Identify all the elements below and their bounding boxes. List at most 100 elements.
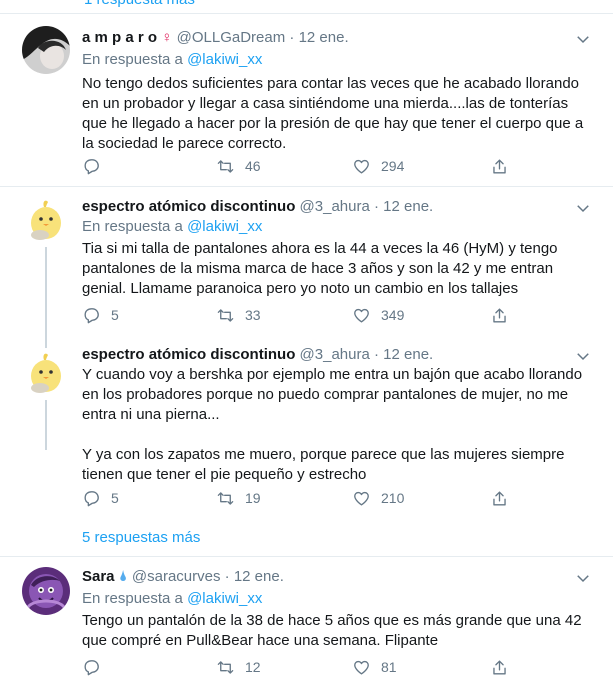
tweet-text: Y cuando voy a bershka por ejemplo me en…: [82, 365, 587, 485]
tweet-date[interactable]: 12 ene.: [383, 198, 433, 215]
separator-dot: ·: [374, 198, 379, 215]
like-count: 210: [381, 490, 405, 506]
like-button[interactable]: 349: [352, 305, 404, 325]
reply-icon: [84, 490, 99, 506]
retweet-button[interactable]: 33: [216, 305, 261, 325]
retweet-button[interactable]: 19: [216, 488, 261, 508]
heart-icon: [354, 308, 369, 323]
display-name[interactable]: espectro atómico discontinuo: [82, 198, 295, 215]
heart-icon: [354, 491, 369, 506]
display-name[interactable]: espectro atómico discontinuo: [82, 346, 295, 363]
tweet-actions: 12 81: [82, 657, 522, 677]
retweet-icon: [217, 159, 234, 173]
avatar[interactable]: [22, 567, 70, 615]
show-more-replies-link[interactable]: 5 respuestas más: [82, 528, 200, 548]
like-count: 294: [381, 158, 405, 174]
tweet-paragraph: Y cuando voy a bershka por ejemplo me en…: [82, 366, 583, 423]
user-handle[interactable]: @3_ahura: [300, 346, 370, 363]
reply-count: 5: [111, 490, 119, 506]
user-handle[interactable]: @saracurves: [132, 568, 221, 585]
separator-dot: ·: [289, 29, 295, 46]
tweet-date[interactable]: 12 ene.: [299, 29, 349, 46]
heart-icon: [354, 159, 369, 174]
like-button[interactable]: 81: [352, 657, 397, 677]
chevron-down-icon[interactable]: [574, 569, 592, 587]
reply-count: 5: [111, 307, 119, 323]
retweet-button[interactable]: 46: [216, 156, 261, 176]
share-button[interactable]: [490, 488, 509, 508]
tweet-paragraph: Tengo un pantalón de la 38 de hace 5 año…: [82, 612, 582, 649]
tweet-text: Tengo un pantalón de la 38 de hace 5 año…: [82, 611, 587, 651]
display-name[interactable]: a m p a r o: [82, 29, 157, 46]
share-button[interactable]: [490, 657, 509, 677]
share-icon: [493, 307, 506, 323]
like-button[interactable]: 294: [352, 156, 404, 176]
reply-button[interactable]: [82, 156, 111, 176]
tweet-header: a m p a r o ♀ @OLLGaDream · 12 ene.: [82, 28, 349, 48]
avatar[interactable]: [22, 195, 70, 243]
reply-prefix: En respuesta a: [82, 51, 183, 68]
tweet-actions: 5 33 349: [82, 305, 522, 325]
tweet-date[interactable]: 12 ene.: [383, 346, 433, 363]
reply-mention[interactable]: @lakiwi_xx: [187, 51, 262, 68]
reply-button[interactable]: 5: [82, 305, 119, 325]
tweet-text: No tengo dedos suficientes para contar l…: [82, 74, 587, 154]
reply-mention[interactable]: @lakiwi_xx: [187, 218, 262, 235]
like-count: 81: [381, 659, 397, 675]
tweet-header: Sara 🌢 @saracurves · 12 ene.: [82, 567, 284, 587]
separator-dot: ·: [374, 346, 379, 363]
reply-context: En respuesta a @lakiwi_xx: [82, 50, 262, 70]
tweet-paragraph: Y ya con los zapatos me muero, porque pa…: [82, 446, 565, 483]
divider: [0, 186, 613, 187]
divider: [0, 13, 613, 14]
avatar[interactable]: [22, 26, 70, 74]
tweet-date[interactable]: 12 ene.: [234, 568, 284, 585]
tweet-paragraph: No tengo dedos suficientes para contar l…: [82, 75, 584, 152]
reply-context: En respuesta a @lakiwi_xx: [82, 217, 262, 237]
venus-icon: ♀: [161, 29, 173, 46]
tweet-header: espectro atómico discontinuo @3_ahura · …: [82, 345, 433, 365]
droplet-icon: 🌢: [118, 568, 128, 585]
separator-dot: ·: [224, 568, 230, 585]
thread-line: [45, 247, 47, 355]
retweet-count: 19: [245, 490, 261, 506]
tweet-actions: 46 294: [82, 156, 522, 176]
reply-context: En respuesta a @lakiwi_xx: [82, 589, 262, 609]
retweet-count: 33: [245, 307, 261, 323]
user-handle[interactable]: @OLLGaDream: [177, 29, 286, 46]
display-name[interactable]: Sara: [82, 568, 115, 585]
tweet-header: espectro atómico discontinuo @3_ahura · …: [82, 197, 433, 217]
share-button[interactable]: [490, 305, 509, 325]
reply-button[interactable]: [82, 657, 111, 677]
reply-icon: [84, 307, 99, 323]
chevron-down-icon[interactable]: [574, 347, 592, 365]
retweet-count: 12: [245, 659, 261, 675]
chevron-down-icon[interactable]: [574, 30, 592, 48]
divider: [0, 556, 613, 557]
user-handle[interactable]: @3_ahura: [300, 198, 370, 215]
like-button[interactable]: 210: [352, 488, 404, 508]
like-count: 349: [381, 307, 405, 323]
retweet-button[interactable]: 12: [216, 657, 261, 677]
retweet-icon: [217, 308, 234, 322]
tweet-paragraph: Tia si mi talla de pantalones ahora es l…: [82, 240, 558, 297]
tweet-text: Tia si mi talla de pantalones ahora es l…: [82, 239, 587, 299]
heart-icon: [354, 660, 369, 675]
reply-button[interactable]: 5: [82, 488, 119, 508]
share-button[interactable]: [490, 156, 509, 176]
retweet-count: 46: [245, 158, 261, 174]
retweet-icon: [217, 660, 234, 674]
share-icon: [493, 158, 506, 174]
avatar[interactable]: [22, 348, 70, 396]
chevron-down-icon[interactable]: [574, 199, 592, 217]
reply-icon: [84, 158, 99, 174]
reply-icon: [84, 659, 99, 675]
more-replies-link[interactable]: 1 respuesta más: [84, 0, 195, 9]
share-icon: [493, 490, 506, 506]
reply-mention[interactable]: @lakiwi_xx: [187, 590, 262, 607]
tweet-actions: 5 19 210: [82, 488, 522, 508]
reply-prefix: En respuesta a: [82, 590, 183, 607]
share-icon: [493, 659, 506, 675]
reply-prefix: En respuesta a: [82, 218, 183, 235]
thread-line: [45, 400, 47, 450]
